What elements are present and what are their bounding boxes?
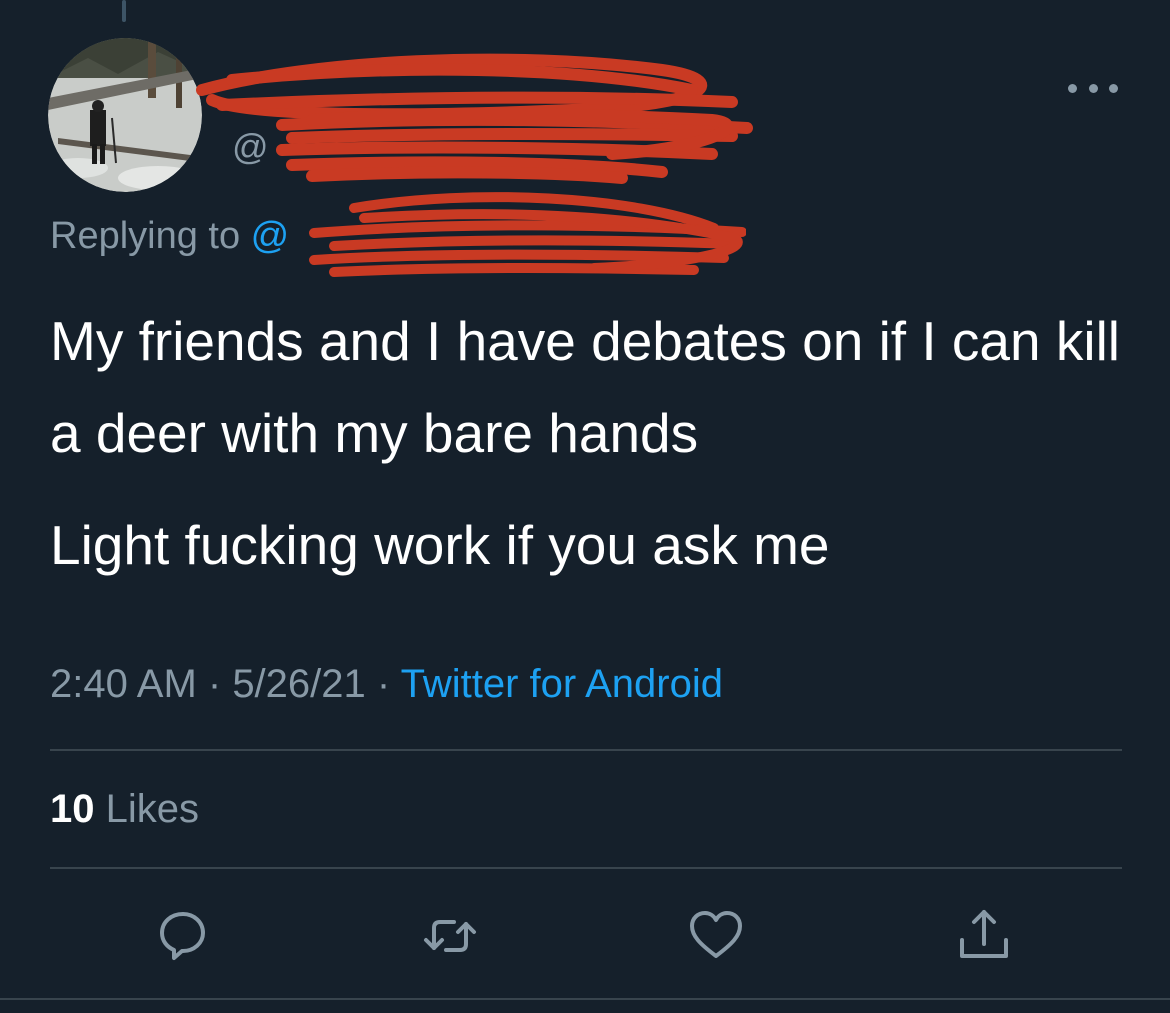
reply-icon: [160, 912, 205, 960]
meta-separator: ·: [196, 662, 233, 706]
tweet-detail-view: @ Replying to @ My friends and I have de…: [0, 0, 1170, 1013]
likes-count: 10: [50, 787, 95, 831]
divider: [0, 998, 1170, 1000]
meta-separator: ·: [365, 662, 401, 706]
like-button[interactable]: [686, 906, 746, 966]
share-button[interactable]: [954, 906, 1014, 966]
retweet-icon: [424, 920, 476, 952]
tweet-source-link[interactable]: Twitter for Android: [401, 662, 723, 706]
tweet-metadata: 2:40 AM · 5/26/21 · Twitter for Android: [50, 662, 723, 707]
avatar[interactable]: [48, 38, 202, 192]
more-icon: [1068, 76, 1118, 100]
tweet-paragraph: My friends and I have debates on if I ca…: [50, 310, 1121, 464]
thread-connector-line: [122, 0, 126, 22]
replying-to-handle[interactable]: @: [251, 215, 290, 257]
replying-to-line: Replying to @: [50, 215, 289, 258]
more-options-button[interactable]: [1060, 66, 1126, 110]
share-icon: [960, 910, 1008, 958]
likes-label: Likes: [94, 787, 199, 831]
retweet-button[interactable]: [420, 906, 480, 966]
divider: [50, 749, 1122, 751]
replying-to-label: Replying to: [50, 215, 251, 257]
reply-button[interactable]: [152, 906, 212, 966]
divider: [50, 867, 1122, 869]
tweet-date: 5/26/21: [232, 662, 366, 706]
tweet-time: 2:40 AM: [50, 662, 197, 706]
heart-icon: [690, 911, 742, 958]
redaction-scribble: [196, 53, 753, 184]
likes-stat[interactable]: 10 Likes: [50, 787, 199, 832]
redaction-scribble: [309, 192, 746, 277]
tweet-paragraph: Light fucking work if you ask me: [50, 514, 830, 576]
tweet-text: My friends and I have debates on if I ca…: [50, 295, 1130, 591]
